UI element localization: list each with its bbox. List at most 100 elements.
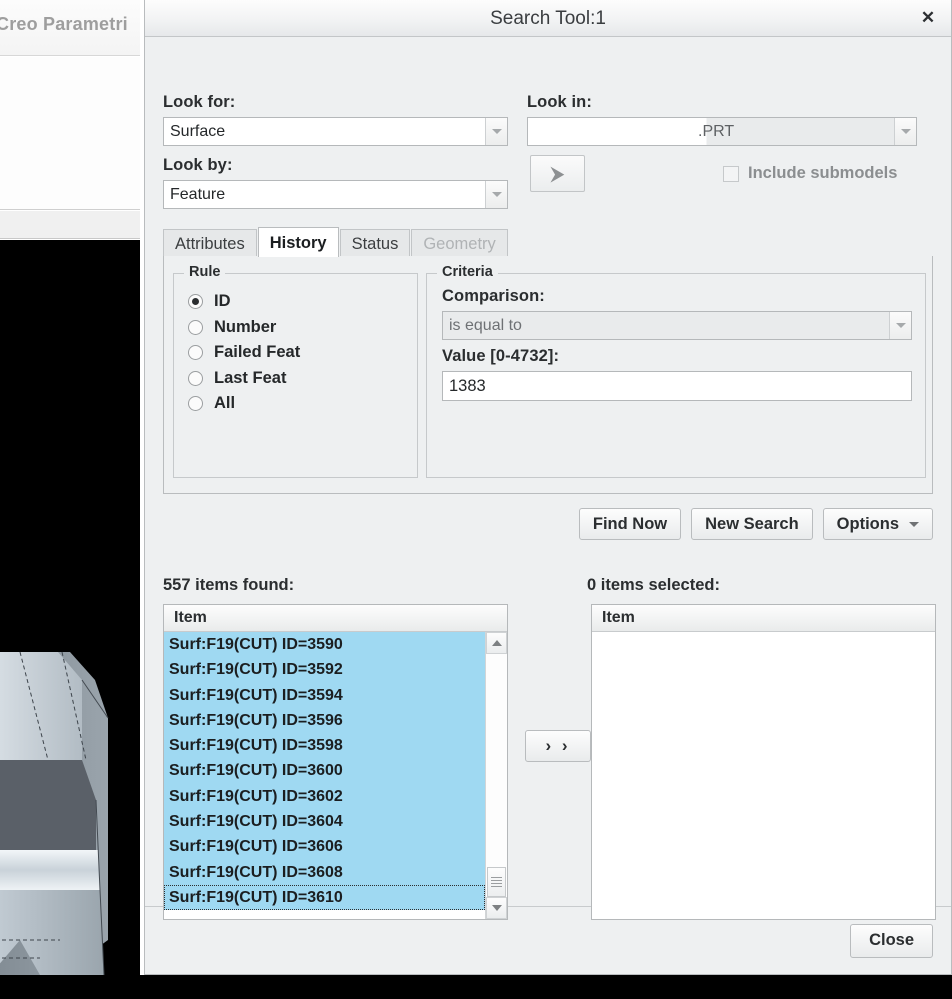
action-button-row: Find Now New Search Options xyxy=(579,508,933,540)
chevron-down-icon[interactable] xyxy=(889,312,911,339)
move-to-selected-button[interactable]: › › xyxy=(525,730,591,762)
found-items-container[interactable]: Surf:F19(CUT) ID=3590Surf:F19(CUT) ID=35… xyxy=(164,632,485,919)
comparison-label: Comparison: xyxy=(442,287,912,306)
found-list-column-header: Item xyxy=(164,605,507,632)
creo-title-bar: Creo Parametri xyxy=(0,0,140,56)
look-for-combobox[interactable]: Surface xyxy=(163,117,508,146)
radio-indicator[interactable] xyxy=(188,371,203,386)
list-item[interactable]: Surf:F19(CUT) ID=3604 xyxy=(164,809,485,834)
value-label: Value [0-4732]: xyxy=(442,347,912,366)
dialog-body: Look for: Surface Look by: Feature Look … xyxy=(145,37,951,906)
radio-indicator[interactable] xyxy=(188,345,203,360)
find-now-button[interactable]: Find Now xyxy=(579,508,681,540)
checkbox-box[interactable] xyxy=(723,166,739,182)
radio-rule-id[interactable]: ID xyxy=(188,289,300,315)
found-list-scrollbar[interactable] xyxy=(485,632,507,919)
look-for-group: Look for: Surface xyxy=(163,93,508,146)
new-search-button[interactable]: New Search xyxy=(691,508,813,540)
items-found-label: 557 items found: xyxy=(163,576,294,595)
tab-attributes[interactable]: Attributes xyxy=(163,229,257,257)
value-input[interactable]: 1383 xyxy=(442,371,912,401)
value-field: Value [0-4732]: 1383 xyxy=(442,347,912,401)
found-list-area: Surf:F19(CUT) ID=3590Surf:F19(CUT) ID=35… xyxy=(164,632,507,919)
list-item[interactable]: Surf:F19(CUT) ID=3608 xyxy=(164,860,485,885)
radio-indicator[interactable] xyxy=(188,396,203,411)
look-for-value: Surface xyxy=(164,123,485,141)
cursor-arrow-icon: ⮞ xyxy=(550,164,564,184)
selected-list-column-header: Item xyxy=(592,605,935,632)
items-selected-label: 0 items selected: xyxy=(587,576,720,595)
history-tab-panel: Rule ID Number Failed Feat xyxy=(163,256,933,494)
rule-groupbox: Rule ID Number Failed Feat xyxy=(173,273,418,478)
chevron-down-icon[interactable] xyxy=(894,118,916,145)
rule-group-title: Rule xyxy=(184,264,225,280)
radio-indicator[interactable] xyxy=(188,320,203,335)
close-icon[interactable]: ✕ xyxy=(917,7,939,29)
radio-label: ID xyxy=(214,292,231,311)
list-item[interactable]: Surf:F19(CUT) ID=3606 xyxy=(164,834,485,859)
scrollbar-track[interactable] xyxy=(486,654,507,897)
look-in-combobox[interactable]: .PRT xyxy=(527,117,917,146)
comparison-combobox[interactable]: is equal to xyxy=(442,311,912,340)
look-by-group: Look by: Feature xyxy=(163,156,508,209)
tab-history[interactable]: History xyxy=(258,227,339,257)
radio-rule-number[interactable]: Number xyxy=(188,315,300,341)
found-items-listbox[interactable]: Item Surf:F19(CUT) ID=3590Surf:F19(CUT) … xyxy=(163,604,508,920)
chevron-down-icon[interactable] xyxy=(485,181,507,208)
list-item[interactable]: Surf:F19(CUT) ID=3594 xyxy=(164,683,485,708)
selected-items-listbox[interactable]: Item xyxy=(591,604,936,920)
radio-rule-last-feat[interactable]: Last Feat xyxy=(188,366,300,392)
chevron-down-icon[interactable] xyxy=(485,118,507,145)
grip-lines-icon xyxy=(491,875,502,889)
dialog-title-bar[interactable]: Search Tool:1 ✕ xyxy=(145,0,951,37)
chevron-down-icon xyxy=(909,522,919,527)
include-submodels-checkbox[interactable]: Include submodels xyxy=(723,164,897,183)
tab-status[interactable]: Status xyxy=(340,229,411,257)
creo-app-title: Creo Parametri xyxy=(0,14,128,35)
look-by-label: Look by: xyxy=(163,156,508,175)
list-item[interactable]: Surf:F19(CUT) ID=3598 xyxy=(164,733,485,758)
look-in-label: Look in: xyxy=(527,93,917,112)
radio-label: All xyxy=(214,394,235,413)
tab-strip: Attributes History Status Geometry xyxy=(163,227,933,257)
creo-bottom-strip xyxy=(0,975,952,999)
radio-label: Failed Feat xyxy=(214,343,300,362)
creo-ribbon-area xyxy=(0,57,140,210)
radio-rule-all[interactable]: All xyxy=(188,391,300,417)
look-by-combobox[interactable]: Feature xyxy=(163,180,508,209)
list-item[interactable]: Surf:F19(CUT) ID=3592 xyxy=(164,657,485,682)
selected-items-container[interactable] xyxy=(592,632,935,919)
tab-geometry: Geometry xyxy=(411,229,507,257)
selected-list-area xyxy=(592,632,935,919)
radio-rule-failed-feat[interactable]: Failed Feat xyxy=(188,340,300,366)
options-label: Options xyxy=(837,515,899,534)
scroll-down-icon[interactable] xyxy=(486,897,507,919)
scroll-up-icon[interactable] xyxy=(486,632,507,654)
criteria-group-title: Criteria xyxy=(437,264,498,280)
scrollbar-thumb[interactable] xyxy=(487,867,506,897)
list-item[interactable]: Surf:F19(CUT) ID=3602 xyxy=(164,784,485,809)
comparison-value: is equal to xyxy=(443,317,889,335)
creo-3d-viewport[interactable]: NC xyxy=(0,240,140,975)
include-submodels-label: Include submodels xyxy=(748,164,897,183)
close-button[interactable]: Close xyxy=(850,924,933,958)
list-item[interactable]: Surf:F19(CUT) ID=3596 xyxy=(164,708,485,733)
creo-ribbon-strip xyxy=(0,211,140,239)
look-by-value: Feature xyxy=(164,186,485,204)
radio-indicator[interactable] xyxy=(188,294,203,309)
list-item[interactable]: Surf:F19(CUT) ID=3600 xyxy=(164,758,485,783)
options-button[interactable]: Options xyxy=(823,508,933,540)
comparison-field: Comparison: is equal to xyxy=(442,287,912,340)
look-for-label: Look for: xyxy=(163,93,508,112)
pick-from-model-button[interactable]: ⮞ xyxy=(530,155,585,192)
search-tool-dialog: Search Tool:1 ✕ Look for: Surface Look b… xyxy=(144,0,952,975)
criteria-groupbox: Criteria Comparison: is equal to Value [… xyxy=(426,273,926,478)
look-in-group: Look in: .PRT xyxy=(527,93,917,146)
radio-label: Last Feat xyxy=(214,369,286,388)
radio-label: Number xyxy=(214,318,276,337)
list-item[interactable]: Surf:F19(CUT) ID=3610 xyxy=(164,885,485,910)
cad-model-graphic xyxy=(0,240,140,975)
rule-radio-list: ID Number Failed Feat Last Feat xyxy=(188,289,300,417)
dialog-title: Search Tool:1 xyxy=(145,8,951,30)
list-item[interactable]: Surf:F19(CUT) ID=3590 xyxy=(164,632,485,657)
